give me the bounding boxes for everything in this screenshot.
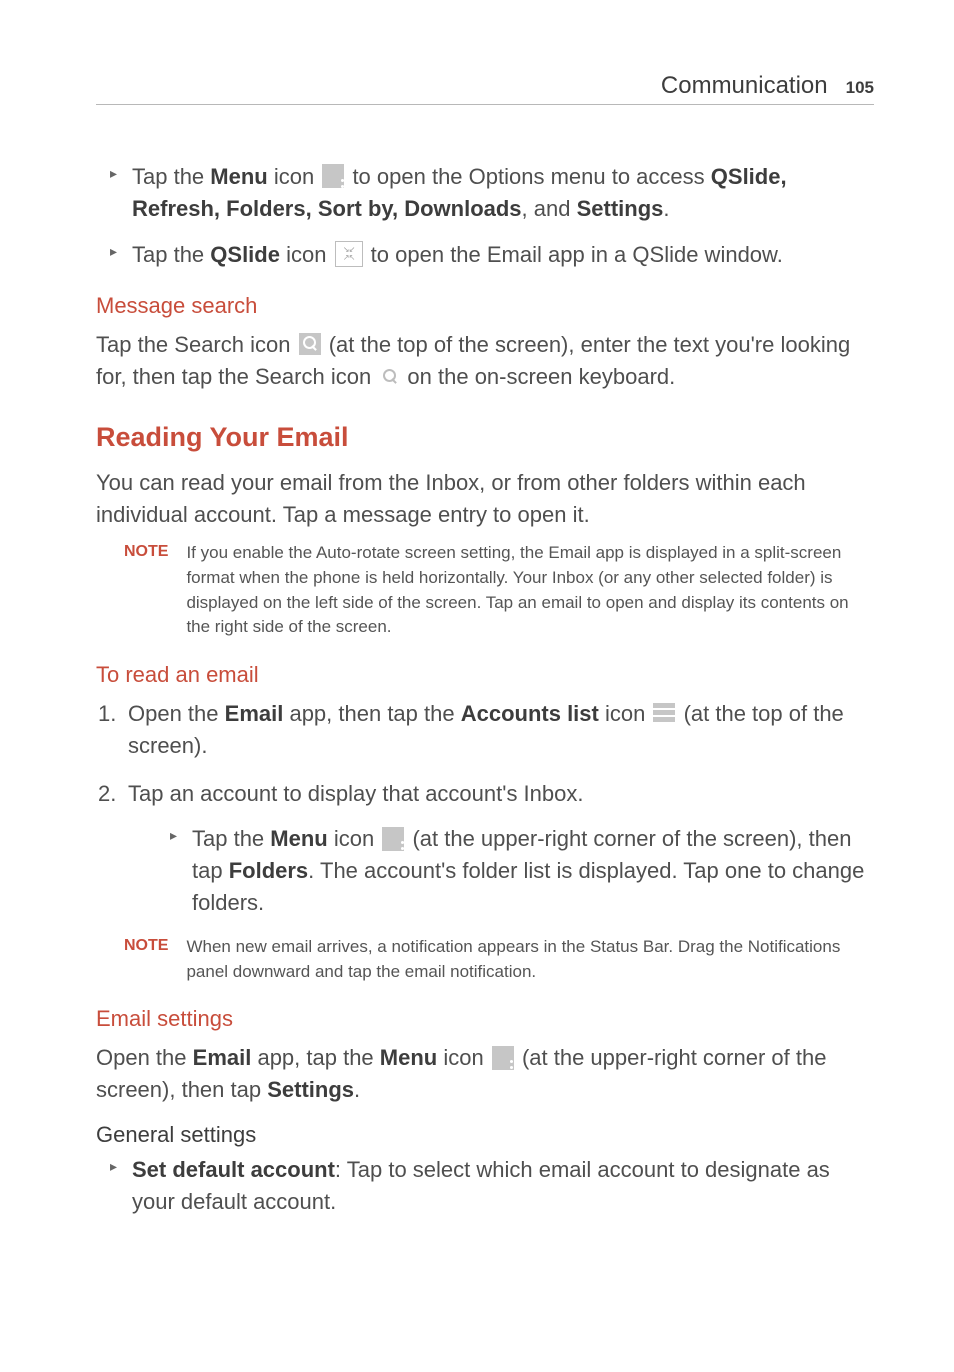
text: icon <box>280 242 333 267</box>
text: Tap the <box>192 826 270 851</box>
text: , and <box>522 196 577 221</box>
text: to open the Options menu to access <box>346 164 710 189</box>
note-text: If you enable the Auto-rotate screen set… <box>186 541 874 640</box>
text-bold: Set default account <box>132 1157 335 1182</box>
paragraph: You can read your email from the Inbox, … <box>96 467 874 531</box>
sub-bullet-list: Tap the Menu icon (at the upper-right co… <box>128 823 874 919</box>
text: app, then tap the <box>283 701 460 726</box>
text: to open the Email app in a QSlide window… <box>365 242 783 267</box>
list-item: Tap the Menu icon (at the upper-right co… <box>156 823 874 919</box>
text-bold: Settings <box>267 1077 354 1102</box>
heading-reading-your-email: Reading Your Email <box>96 422 874 453</box>
text-bold: Accounts list <box>461 701 599 726</box>
intro-bullet-list: Tap the Menu icon to open the Options me… <box>96 161 874 271</box>
heading-message-search: Message search <box>96 293 874 319</box>
menu-icon <box>382 827 404 851</box>
heading-to-read-email: To read an email <box>96 662 874 688</box>
menu-icon <box>492 1046 514 1070</box>
text: Tap the <box>132 242 210 267</box>
text: . <box>663 196 669 221</box>
note-block: NOTE If you enable the Auto-rotate scree… <box>124 541 874 640</box>
note-block: NOTE When new email arrives, a notificat… <box>124 935 874 984</box>
text-bold: Menu <box>210 164 267 189</box>
paragraph: Open the Email app, tap the Menu icon (a… <box>96 1042 874 1106</box>
text: Open the <box>96 1045 193 1070</box>
text-bold: QSlide <box>210 242 280 267</box>
text: Tap the <box>132 164 210 189</box>
menu-icon <box>322 164 344 188</box>
text: icon <box>599 701 652 726</box>
text: Tap the Search icon <box>96 332 297 357</box>
text-bold: Email <box>225 701 284 726</box>
note-label: NOTE <box>124 541 168 561</box>
text: on the on-screen keyboard. <box>401 364 675 389</box>
search-icon <box>379 366 399 386</box>
note-label: NOTE <box>124 935 168 955</box>
heading-general-settings: General settings <box>96 1122 874 1148</box>
accounts-list-icon <box>653 703 675 723</box>
list-item: Open the Email app, then tap the Account… <box>96 698 874 762</box>
heading-email-settings: Email settings <box>96 1006 874 1032</box>
text-bold: Menu <box>380 1045 437 1070</box>
list-item: Tap the Menu icon to open the Options me… <box>96 161 874 225</box>
text: app, tap the <box>251 1045 379 1070</box>
page-number: 105 <box>846 78 874 98</box>
text: icon <box>328 826 381 851</box>
qslide-icon <box>335 241 363 267</box>
numbered-steps: Open the Email app, then tap the Account… <box>96 698 874 919</box>
list-item: Set default account: Tap to select which… <box>96 1154 874 1218</box>
text-bold: Email <box>193 1045 252 1070</box>
text: icon <box>437 1045 490 1070</box>
text-bold: Settings <box>577 196 664 221</box>
general-settings-list: Set default account: Tap to select which… <box>96 1154 874 1218</box>
text: . <box>354 1077 360 1102</box>
text: icon <box>268 164 321 189</box>
text: Tap an account to display that account's… <box>128 781 584 806</box>
header-section-title: Communication <box>661 72 828 100</box>
list-item: Tap the QSlide icon to open the Email ap… <box>96 239 874 271</box>
search-icon <box>299 333 321 355</box>
text-bold: Menu <box>270 826 327 851</box>
document-page: Communication 105 Tap the Menu icon to o… <box>0 0 954 1372</box>
text-bold: Folders <box>229 858 308 883</box>
page-header: Communication 105 <box>96 72 874 105</box>
list-item: Tap an account to display that account's… <box>96 778 874 920</box>
note-text: When new email arrives, a notification a… <box>186 935 874 984</box>
paragraph: Tap the Search icon (at the top of the s… <box>96 329 874 393</box>
text: Open the <box>128 701 225 726</box>
